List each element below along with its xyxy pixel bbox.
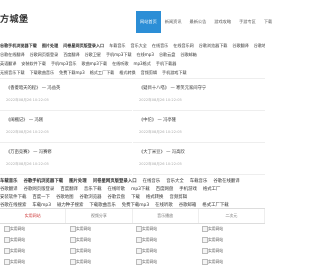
link-item[interactable]: 谷歌在线翻译 — [0, 50, 25, 59]
link-item[interactable]: 谷歌手机浏览器下载 — [0, 41, 37, 50]
link-item[interactable]: 在线音乐网 — [173, 41, 193, 50]
links-row-1: 谷歌手机浏览器下载 图片处理 问卷星网页版登录入口 车载音乐 音乐大全 在线音乐 在线音乐网… — [0, 41, 265, 50]
link-item[interactable]: 格式工厂下载 — [90, 68, 115, 77]
link-item[interactable]: 谷歌网页版登录 — [30, 50, 59, 59]
link-item[interactable]: 安装软件下载 — [21, 59, 46, 68]
link-item[interactable]: 谷歌云盘 — [159, 50, 175, 59]
grid-link[interactable]: 实用网站 — [70, 226, 91, 232]
link-item[interactable]: 谷歌卫星 — [85, 50, 101, 59]
grid-link[interactable]: 实用网站 — [4, 226, 25, 232]
link-item[interactable]: 手机下载器 — [156, 59, 176, 68]
grid-link[interactable]: 实用网站 — [202, 237, 223, 243]
link-item[interactable]: 谷歌翻译 — [232, 41, 248, 50]
grid-link[interactable]: 实用网站 — [202, 226, 223, 232]
link-item[interactable]: 音频剪辑 — [141, 68, 157, 77]
links-row-2: 谷歌在线翻译 谷歌网页版登录 百度翻译 谷歌卫星 手机mp3下载 在线mp3 谷歌云盘 谷歌邮… — [0, 50, 265, 59]
link-item[interactable]: 手机游戏下载 — [162, 68, 187, 77]
grid-link[interactable]: 实用网站 — [136, 248, 157, 254]
link-item[interactable]: 格式转换 — [119, 68, 135, 77]
article-time: 2022年08月26 10:22:05 — [139, 162, 182, 166]
article-time: 2022年08月26 10:22:05 — [6, 162, 49, 166]
main-nav: 网站首页 新闻资讯 最新公告 游戏攻略 手游专区 下载 — [136, 11, 276, 33]
link-item[interactable]: 无损音乐下载 — [0, 68, 25, 77]
grid-link[interactable]: 实用网站 — [70, 237, 91, 243]
nav-mobile[interactable]: 手游专区 — [235, 11, 260, 33]
grid-link[interactable]: 实用网站 — [136, 259, 157, 265]
nav-download[interactable]: 下载 — [260, 11, 276, 33]
article-title[interactable]: 《万亩竞赛》 — 冯赛修 — [6, 149, 52, 155]
grid-link[interactable]: 实用网站 — [70, 248, 91, 254]
nav-home[interactable]: 网站首页 — [136, 11, 161, 33]
tab-anime[interactable]: 二次元 — [199, 209, 265, 223]
link-item[interactable]: 免费下载mp3 — [59, 68, 85, 77]
grid-link[interactable]: 实用网站 — [4, 237, 25, 243]
article-card[interactable]: 《万亩竞赛》 — 冯赛修 2022年08月26 10:22:05 — [0, 143, 132, 175]
site-logo[interactable]: 方城堡 — [0, 12, 29, 25]
link-item[interactable]: 车载音乐 — [109, 41, 125, 50]
link-item[interactable]: 图片处理 — [42, 41, 58, 50]
link-item[interactable]: 在线音乐 — [152, 41, 168, 50]
link-item[interactable]: 在线听歌 — [112, 59, 128, 68]
tab-video-share[interactable]: 视频分享 — [66, 209, 133, 223]
link-item[interactable]: 下载歌曲音乐 — [30, 68, 55, 77]
links-row-3: 英语翻译 安装软件下载 手机mp3音乐 歌曲mp3下载 在线听歌 mp3格式 手机下载器 — [0, 59, 265, 68]
link-item[interactable]: 谷歌地图 — [254, 41, 265, 50]
link-item[interactable]: 百度翻译 — [63, 50, 79, 59]
link-item[interactable]: 手机mp3音乐 — [51, 59, 77, 68]
article-card[interactable]: 《阔楓记》 — 冯刚 2022年08月26 10:22:05 — [0, 111, 132, 143]
grid-link[interactable]: 实用网站 — [136, 237, 157, 243]
link-item[interactable]: 谷歌邮箱 — [180, 50, 196, 59]
tab-useful-sites[interactable]: 实用网站 — [0, 209, 67, 223]
link-item[interactable]: 歌曲mp3下载 — [82, 59, 108, 68]
article-title[interactable]: 《中佗》 — 冯亭隆 — [139, 117, 176, 123]
link-item[interactable]: 音乐大全 — [131, 41, 147, 50]
nav-notices[interactable]: 最新公告 — [186, 11, 211, 33]
grid-link[interactable]: 实用网站 — [70, 259, 91, 265]
article-time: 2022年08月26 10:22:05 — [6, 130, 49, 134]
article-card[interactable]: 《大丁米豆》 — 冯高欣 2022年08月26 10:22:05 — [133, 143, 265, 175]
tab-music-play[interactable]: 音乐播放 — [133, 209, 199, 223]
link-item[interactable]: 在线mp3 — [137, 50, 154, 59]
section-tabs: 实用网站 视频分享 音乐播放 二次元 — [0, 208, 265, 224]
article-card[interactable]: 《疑目十八嗒》 — 寒笑元家间守宁 2022年08月26 10:22:05 — [133, 79, 265, 111]
article-time: 2022年08月26 10:22:05 — [139, 130, 182, 134]
article-title[interactable]: 《大丁米豆》 — 冯高欣 — [139, 149, 185, 155]
article-title[interactable]: 《香菱暗天的程》 — 冯益英 — [6, 85, 60, 91]
article-time: 2022年08月26 10:22:05 — [6, 98, 49, 102]
links-row-4: 无损音乐下载 下载歌曲音乐 免费下载mp3 格式工厂下载 格式转换 音频剪辑 手机游戏下载 — [0, 68, 265, 77]
link-item[interactable]: 谷歌浏览器下载 — [199, 41, 228, 50]
top-bar: 方城堡 网站首页 新闻资讯 最新公告 游戏攻略 手游专区 下载 — [0, 0, 272, 41]
link-item[interactable]: 问卷星网页版登录入口 — [63, 41, 104, 50]
article-title[interactable]: 《阔楓记》 — 冯刚 — [6, 117, 43, 123]
article-card[interactable]: 《中佗》 — 冯亭隆 2022年08月26 10:22:05 — [133, 111, 265, 143]
grid-link[interactable]: 实用网站 — [4, 259, 25, 265]
link-item[interactable]: 手机mp3下载 — [106, 50, 132, 59]
article-card[interactable]: 《香菱暗天的程》 — 冯益英 2022年08月26 10:22:05 — [0, 79, 132, 111]
grid-link[interactable]: 实用网站 — [202, 248, 223, 254]
article-time: 2022年08月26 10:22:05 — [139, 98, 182, 102]
link-item[interactable]: 英语翻译 — [0, 59, 16, 68]
nav-guides[interactable]: 游戏攻略 — [210, 11, 235, 33]
nav-news[interactable]: 新闻资讯 — [161, 11, 186, 33]
article-title[interactable]: 《疑目十八嗒》 — 寒笑元家间守宁 — [139, 85, 206, 91]
grid-link[interactable]: 实用网站 — [202, 259, 223, 265]
grid-link[interactable]: 实用网站 — [4, 248, 25, 254]
grid-link[interactable]: 实用网站 — [136, 226, 157, 232]
link-item[interactable]: mp3格式 — [133, 59, 150, 68]
